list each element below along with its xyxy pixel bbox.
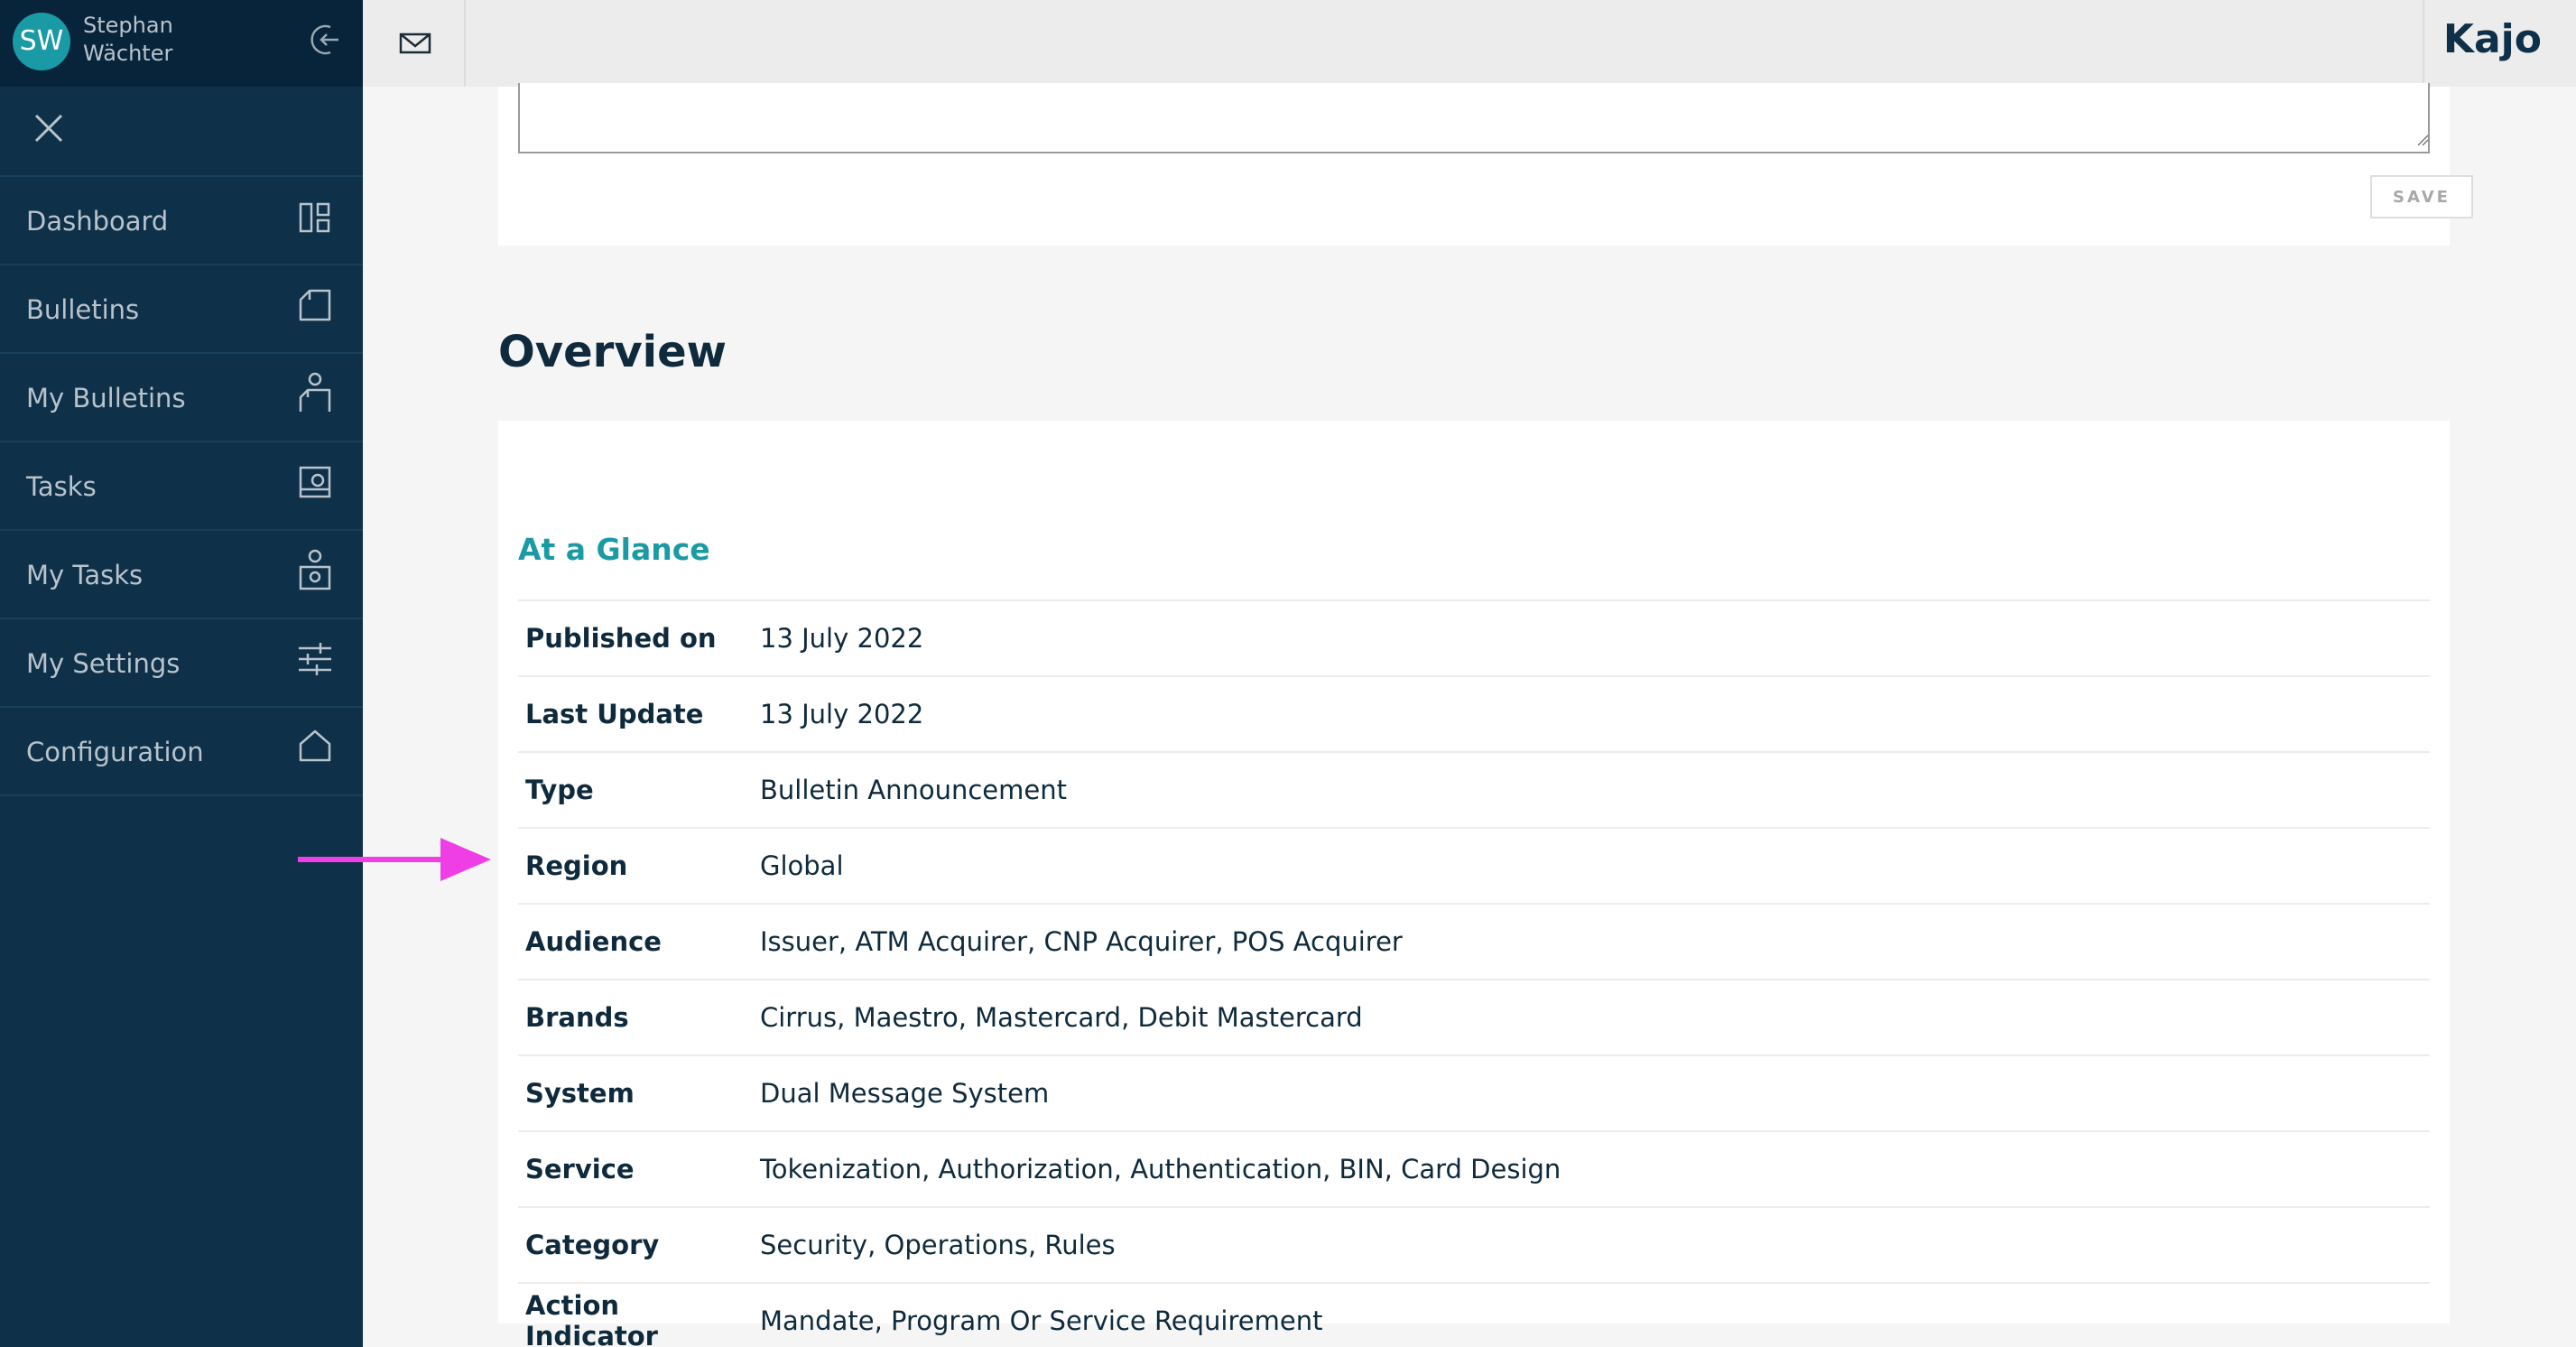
sidebar-item-label: My Tasks	[26, 560, 144, 590]
sidebar-item-label: My Settings	[26, 648, 181, 679]
sidebar-close-row	[0, 87, 363, 177]
row-key: Category	[525, 1230, 660, 1260]
overview-title: Overview	[498, 327, 727, 377]
sidebar-item-tasks[interactable]: Tasks	[0, 442, 363, 531]
sidebar-item-bulletins[interactable]: Bulletins	[0, 265, 363, 354]
close-icon[interactable]	[31, 110, 67, 146]
row-value: Mandate, Program Or Service Requirement	[760, 1305, 1323, 1336]
row-value: 13 July 2022	[760, 699, 924, 729]
row-key: Region	[525, 850, 628, 881]
row-key: Service	[525, 1154, 635, 1184]
save-button[interactable]: SAVE	[2370, 175, 2473, 218]
row-value: 13 July 2022	[760, 623, 924, 654]
sidebar-item-my-settings[interactable]: My Settings	[0, 619, 363, 708]
table-row: System Dual Message System	[518, 1055, 2430, 1131]
sidebar-item-label: Dashboard	[26, 206, 169, 237]
row-key: Published on	[525, 623, 717, 654]
table-row: Published on 13 July 2022	[518, 600, 2430, 676]
table-row: Action Indicator Mandate, Program Or Ser…	[518, 1283, 2430, 1347]
table-row: Audience Issuer, ATM Acquirer, CNP Acqui…	[518, 904, 2430, 980]
table-row: Service Tokenization, Authorization, Aut…	[518, 1131, 2430, 1207]
row-key: Last Update	[525, 699, 704, 729]
table-row: Region Global	[518, 828, 2430, 904]
row-value: Issuer, ATM Acquirer, CNP Acquirer, POS …	[760, 926, 1403, 957]
task-icon	[299, 466, 331, 498]
sidebar-item-label: Configuration	[26, 737, 204, 767]
table-row: Category Security, Operations, Rules	[518, 1207, 2430, 1283]
row-value: Dual Message System	[760, 1078, 1050, 1109]
sliders-icon	[299, 643, 331, 675]
sidebar-item-configuration[interactable]: Configuration	[0, 708, 363, 796]
person-bulletin-icon	[299, 372, 331, 412]
row-key: System	[525, 1078, 635, 1109]
sidebar-nav: Dashboard Bulletins My Bulletins Tasks M…	[0, 177, 363, 796]
comment-card: SAVE	[498, 83, 2473, 246]
main-content: SAVE Overview At a Glance Published on 1…	[363, 83, 2576, 1347]
sidebar-item-label: Tasks	[26, 471, 97, 502]
dashboard-icon	[299, 202, 330, 233]
row-value: Tokenization, Authorization, Authenticat…	[760, 1154, 1561, 1184]
sidebar-item-my-tasks[interactable]: My Tasks	[0, 531, 363, 619]
row-key: Action Indicator	[525, 1290, 658, 1347]
messages-button[interactable]	[363, 0, 466, 87]
table-row: Brands Cirrus, Maestro, Mastercard, Debi…	[518, 980, 2430, 1055]
home-icon	[299, 729, 331, 762]
app-root: SW Stephan Wächter Dashboard Bulletins M…	[0, 0, 2576, 1347]
bulletin-icon	[299, 289, 331, 321]
mail-icon	[399, 33, 431, 54]
person-task-icon	[299, 549, 331, 590]
at-a-glance-title: At a Glance	[518, 532, 710, 567]
row-value: Cirrus, Maestro, Mastercard, Debit Maste…	[760, 1002, 1363, 1033]
row-value: Security, Operations, Rules	[760, 1230, 1116, 1260]
table-row: Type Bulletin Announcement	[518, 752, 2430, 828]
brand-logo[interactable]: Kajo	[2443, 14, 2542, 65]
brand-box: Kajo	[2423, 0, 2576, 87]
overview-card: At a Glance Published on 13 July 2022 La…	[498, 421, 2450, 1347]
user-name: Stephan Wächter	[83, 13, 173, 66]
row-key: Audience	[525, 926, 662, 957]
comment-input[interactable]	[518, 83, 2430, 153]
sidebar-item-label: Bulletins	[26, 294, 140, 325]
sidebar-item-label: My Bulletins	[26, 383, 186, 413]
user-bar: SW Stephan Wächter	[0, 0, 363, 87]
row-value: Bulletin Announcement	[760, 775, 1067, 805]
row-value: Global	[760, 850, 844, 881]
at-a-glance-table: Published on 13 July 2022 Last Update 13…	[518, 599, 2430, 1347]
row-key: Type	[525, 775, 594, 805]
sidebar-item-my-bulletins[interactable]: My Bulletins	[0, 354, 363, 442]
table-row: Last Update 13 July 2022	[518, 676, 2430, 752]
row-key: Brands	[525, 1002, 629, 1033]
annotation-arrow-icon	[298, 838, 491, 881]
resize-grip-icon[interactable]	[2416, 134, 2429, 146]
sidebar: SW Stephan Wächter Dashboard Bulletins M…	[0, 0, 363, 1347]
top-bar: Kajo	[363, 0, 2576, 87]
sidebar-item-dashboard[interactable]: Dashboard	[0, 177, 363, 265]
avatar[interactable]: SW	[13, 13, 70, 70]
logout-icon[interactable]	[309, 22, 345, 58]
